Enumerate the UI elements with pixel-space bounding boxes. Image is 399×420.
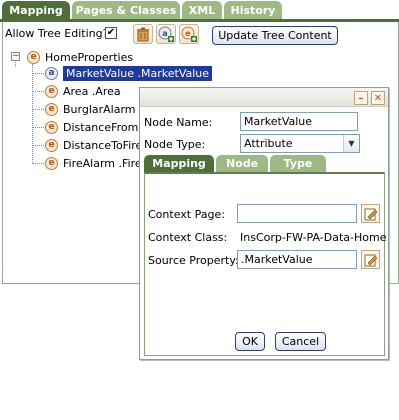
node-type-label: Node Type: [144,138,206,151]
tab-xml[interactable]: XML [182,1,222,20]
top-tab-bar: Mapping Pages & Classes XML History [2,0,399,21]
tree-item-label: BurglarAlarm .B [63,102,151,116]
element-icon: e [45,84,58,98]
svg-text:e: e [185,29,191,38]
svg-text:a: a [162,29,167,38]
tree-item-label: DistanceToFireS [63,138,150,152]
tab-mapping[interactable]: Mapping [2,1,70,20]
node-properties-dialog: – ✕ Node Name: Node Type: Attribute ▼ Ma… [139,87,389,360]
element-icon: e [45,120,58,134]
dialog-title-bar[interactable] [140,88,388,107]
element-icon: e [45,138,58,152]
minimize-icon[interactable]: – [354,91,368,105]
edit-icon[interactable] [361,250,380,269]
node-type-select[interactable]: Attribute ▼ [240,134,360,153]
edit-icon[interactable] [361,204,380,223]
tree-item-label: MarketValue .MarketValue [63,65,213,81]
dialog-tab-mapping[interactable]: Mapping [144,155,214,172]
attribute-icon: a [45,66,58,80]
tab-pages-classes[interactable]: Pages & Classes [72,1,180,20]
tree-vertical-guide [32,64,33,164]
allow-tree-editing-label: Allow Tree Editing? [5,27,109,40]
tree-branch [32,73,44,74]
node-name-label: Node Name: [144,116,213,129]
tree-branch [32,91,44,92]
close-icon[interactable]: ✕ [371,91,385,105]
tab-history[interactable]: History [224,1,282,20]
allow-tree-editing-checkbox[interactable]: ✔ [105,27,117,39]
tree-item-firealarm[interactable]: e FireAlarm .FireA [45,154,149,172]
dialog-tab-node[interactable]: Node [216,155,268,172]
tree-item-distancetofire[interactable]: e DistanceToFireS [45,136,149,154]
dialog-tab-bar: Mapping Node Type [144,155,386,172]
source-property-label: Source Property: [148,254,239,267]
tree-item-distancefromfire[interactable]: e DistanceFromFi [45,118,147,136]
tree-item-marketvalue[interactable]: a MarketValue .MarketValue [45,64,213,82]
trash-icon[interactable] [133,24,153,44]
tree-item-label: DistanceFromFi [63,120,147,134]
dialog-tab-type[interactable]: Type [270,155,326,172]
element-icon: e [45,156,58,170]
tree-item-label: Area .Area [63,84,121,98]
tree-root-label: HomeProperties [45,50,134,64]
node-name-input[interactable] [240,112,358,131]
tree-connector [15,62,16,67]
tree-collapse-toggle[interactable]: − [11,52,20,61]
add-element-icon[interactable]: e [179,24,199,44]
tree-branch [32,145,44,146]
context-class-label: Context Class: [148,231,228,244]
add-attribute-icon[interactable]: a [156,24,176,44]
tree-branch [32,127,44,128]
tree-branch [32,109,44,110]
tree-item-area[interactable]: e Area .Area [45,82,121,100]
tree-item-label: FireAlarm .FireA [63,156,150,170]
element-icon: e [27,50,40,64]
tree-branch [32,163,44,164]
node-type-value: Attribute [244,137,293,150]
update-tree-content-button[interactable]: Update Tree Content [212,26,338,45]
context-page-input[interactable] [237,204,357,223]
cancel-button[interactable]: Cancel [275,332,326,351]
context-class-value: InsCorp-FW-PA-Data-Home [240,231,387,244]
source-property-input[interactable] [237,250,357,269]
tree-item-burglaralarm[interactable]: e BurglarAlarm .B [45,100,150,118]
context-page-label: Context Page: [148,208,225,221]
element-icon: e [45,102,58,116]
chevron-down-icon[interactable]: ▼ [343,135,359,152]
ok-button[interactable]: OK [235,332,265,351]
